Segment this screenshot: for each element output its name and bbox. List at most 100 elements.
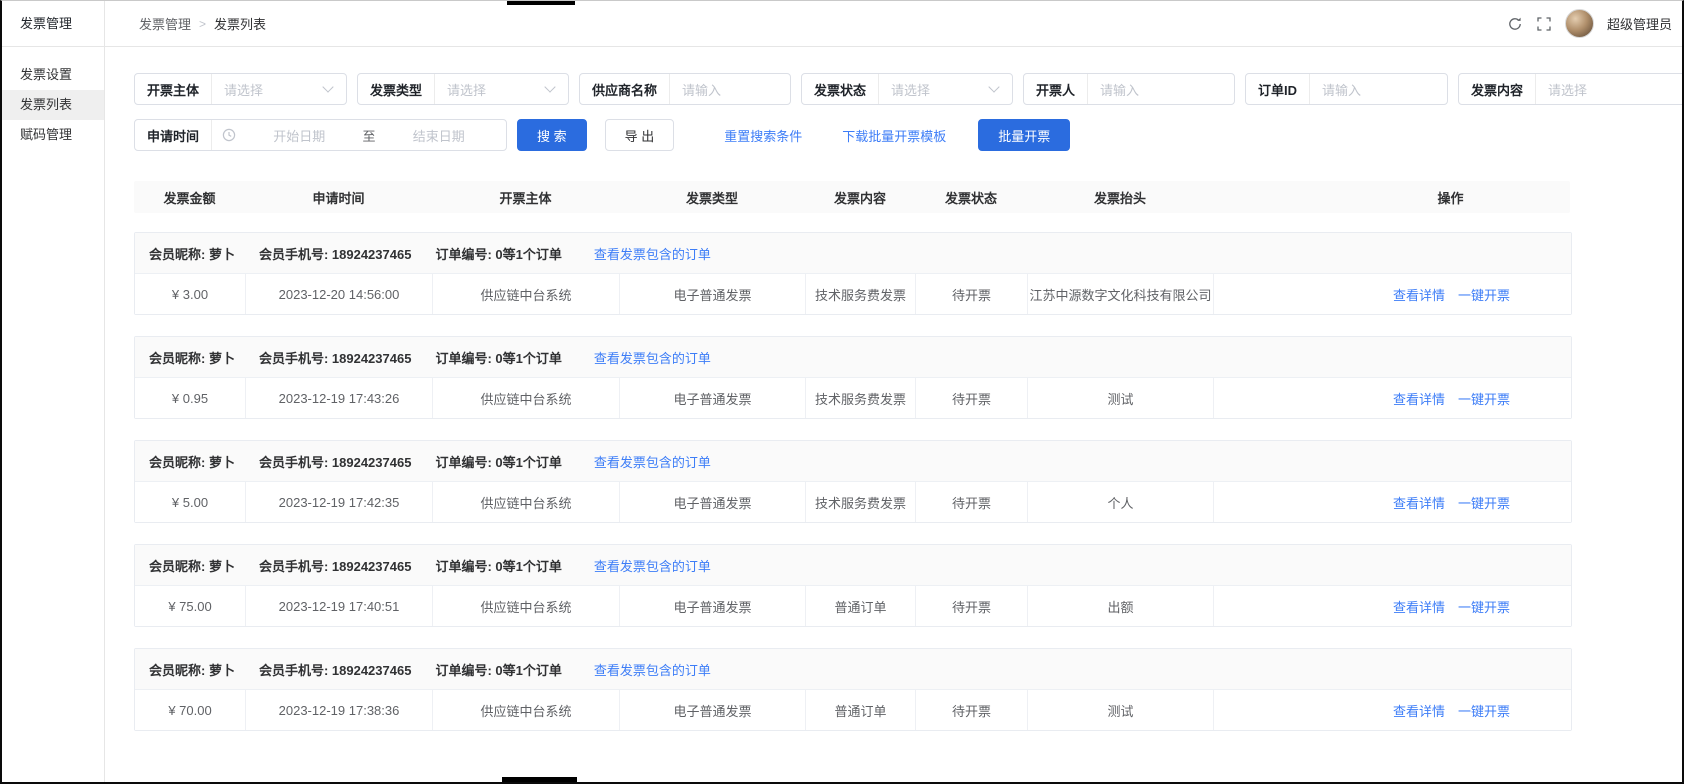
sidebar-item-code-management[interactable]: 赋码管理 xyxy=(2,120,104,150)
download-batch-template-link[interactable]: 下载批量开票模板 xyxy=(842,126,946,145)
invoice-row: ¥ 3.00 2023-12-20 14:56:00 供应链中台系统 电子普通发… xyxy=(135,274,1571,314)
member-phone: 会员手机号: 18924237465 xyxy=(259,556,411,575)
filters-row-1: 开票主体 请选择 发票类型 请选择 供应商名称 请输入 发票状态 请选择 开票人 xyxy=(134,73,1682,105)
cell-subject: 供应链中台系统 xyxy=(433,482,620,522)
col-header-invoice-type: 发票类型 xyxy=(619,181,805,213)
cell-content: 技术服务费发票 xyxy=(806,482,916,522)
cell-title: 出额 xyxy=(1028,586,1214,626)
member-nickname: 会员昵称: 萝卜 xyxy=(149,452,235,471)
view-included-orders-link[interactable]: 查看发票包含的订单 xyxy=(594,452,711,471)
view-detail-link[interactable]: 查看详情 xyxy=(1393,389,1445,408)
one-click-invoice-link[interactable]: 一键开票 xyxy=(1458,285,1510,304)
filter-status-label: 发票状态 xyxy=(802,74,879,104)
cell-apply-time: 2023-12-20 14:56:00 xyxy=(246,274,433,314)
filter-order-id-input[interactable]: 订单ID 请输入 xyxy=(1245,73,1448,105)
view-detail-link[interactable]: 查看详情 xyxy=(1393,701,1445,720)
group-meta: 会员昵称: 萝卜 会员手机号: 18924237465 订单编号: 0等1个订单… xyxy=(135,233,1571,274)
cell-title: 测试 xyxy=(1028,378,1214,418)
member-phone: 会员手机号: 18924237465 xyxy=(259,660,411,679)
breadcrumb-parent[interactable]: 发票管理 xyxy=(139,14,191,33)
view-included-orders-link[interactable]: 查看发票包含的订单 xyxy=(594,556,711,575)
user-avatar[interactable] xyxy=(1565,9,1594,38)
fullscreen-icon[interactable] xyxy=(1536,16,1552,32)
apply-time-range-picker[interactable]: 申请时间 开始日期 至 结束日期 xyxy=(134,119,507,151)
cell-invoice-type: 电子普通发票 xyxy=(620,274,806,314)
cell-status: 待开票 xyxy=(916,482,1028,522)
search-button[interactable]: 搜 索 xyxy=(517,119,587,151)
filter-supplier-input[interactable]: 供应商名称 请输入 xyxy=(579,73,791,105)
refresh-icon[interactable] xyxy=(1507,16,1523,32)
cell-actions: 查看详情 一键开票 xyxy=(1214,482,1571,522)
filter-invoice-type-select[interactable]: 发票类型 请选择 xyxy=(357,73,569,105)
filter-supplier-label: 供应商名称 xyxy=(580,74,670,104)
batch-invoice-button[interactable]: 批量开票 xyxy=(978,119,1070,151)
one-click-invoice-link[interactable]: 一键开票 xyxy=(1458,493,1510,512)
cell-title: 个人 xyxy=(1028,482,1214,522)
sidebar: 发票管理 发票设置 发票列表 赋码管理 xyxy=(2,1,105,782)
chevron-down-icon xyxy=(544,81,555,92)
bottom-scrollbar-thumb[interactable] xyxy=(502,777,577,782)
cell-status: 待开票 xyxy=(916,586,1028,626)
col-header-title: 发票抬头 xyxy=(1027,181,1213,213)
filter-status-select[interactable]: 发票状态 请选择 xyxy=(801,73,1013,105)
cell-apply-time: 2023-12-19 17:42:35 xyxy=(246,482,433,522)
invoice-group: 会员昵称: 萝卜 会员手机号: 18924237465 订单编号: 0等1个订单… xyxy=(134,336,1572,419)
filter-content-placeholder: 请选择 xyxy=(1548,80,1682,99)
view-included-orders-link[interactable]: 查看发票包含的订单 xyxy=(594,348,711,367)
col-header-apply-time: 申请时间 xyxy=(245,181,432,213)
cell-apply-time: 2023-12-19 17:43:26 xyxy=(246,378,433,418)
chevron-down-icon xyxy=(322,81,333,92)
col-header-subject: 开票主体 xyxy=(432,181,619,213)
cell-actions: 查看详情 一键开票 xyxy=(1214,586,1571,626)
filter-content-label: 发票内容 xyxy=(1459,74,1536,104)
cell-invoice-type: 电子普通发票 xyxy=(620,690,806,730)
order-number: 订单编号: 0等1个订单 xyxy=(435,348,561,367)
view-included-orders-link[interactable]: 查看发票包含的订单 xyxy=(594,660,711,679)
view-detail-link[interactable]: 查看详情 xyxy=(1393,493,1445,512)
cell-invoice-type: 电子普通发票 xyxy=(620,482,806,522)
filter-drawer-input[interactable]: 开票人 请输入 xyxy=(1023,73,1235,105)
cell-amount: ¥ 0.95 xyxy=(135,378,246,418)
col-header-amount: 发票金额 xyxy=(134,181,245,213)
top-scrollbar-thumb[interactable] xyxy=(507,1,575,5)
cell-invoice-type: 电子普通发票 xyxy=(620,586,806,626)
member-nickname: 会员昵称: 萝卜 xyxy=(149,556,235,575)
cell-content: 技术服务费发票 xyxy=(806,274,916,314)
invoice-group: 会员昵称: 萝卜 会员手机号: 18924237465 订单编号: 0等1个订单… xyxy=(134,544,1572,627)
filter-content-select[interactable]: 发票内容 请选择 xyxy=(1458,73,1682,105)
view-detail-link[interactable]: 查看详情 xyxy=(1393,285,1445,304)
cell-subject: 供应链中台系统 xyxy=(433,690,620,730)
chevron-down-icon xyxy=(988,81,999,92)
invoice-row: ¥ 0.95 2023-12-19 17:43:26 供应链中台系统 电子普通发… xyxy=(135,378,1571,418)
order-number: 订单编号: 0等1个订单 xyxy=(435,452,561,471)
end-date-placeholder[interactable]: 结束日期 xyxy=(382,126,496,145)
user-name[interactable]: 超级管理员 xyxy=(1607,14,1672,33)
col-header-actions: 操作 xyxy=(1213,181,1570,213)
reset-search-link[interactable]: 重置搜索条件 xyxy=(724,126,802,145)
apply-time-label: 申请时间 xyxy=(135,120,212,150)
start-date-placeholder[interactable]: 开始日期 xyxy=(242,126,356,145)
sidebar-item-invoice-settings[interactable]: 发票设置 xyxy=(2,60,104,90)
view-included-orders-link[interactable]: 查看发票包含的订单 xyxy=(594,244,711,263)
member-nickname: 会员昵称: 萝卜 xyxy=(149,348,235,367)
member-nickname: 会员昵称: 萝卜 xyxy=(149,244,235,263)
filter-issuer-placeholder: 请选择 xyxy=(224,80,316,99)
sidebar-item-invoice-list[interactable]: 发票列表 xyxy=(2,90,104,120)
cell-title: 测试 xyxy=(1028,690,1214,730)
col-header-content: 发票内容 xyxy=(805,181,915,213)
filters-row-2: 申请时间 开始日期 至 结束日期 搜 索 导 出 重置搜索条件 下载批量开票模板… xyxy=(134,119,1682,151)
one-click-invoice-link[interactable]: 一键开票 xyxy=(1458,389,1510,408)
view-detail-link[interactable]: 查看详情 xyxy=(1393,597,1445,616)
cell-content: 普通订单 xyxy=(806,690,916,730)
one-click-invoice-link[interactable]: 一键开票 xyxy=(1458,701,1510,720)
export-button[interactable]: 导 出 xyxy=(605,119,675,151)
cell-invoice-type: 电子普通发票 xyxy=(620,378,806,418)
cell-status: 待开票 xyxy=(916,274,1028,314)
one-click-invoice-link[interactable]: 一键开票 xyxy=(1458,597,1510,616)
invoice-row: ¥ 75.00 2023-12-19 17:40:51 供应链中台系统 电子普通… xyxy=(135,586,1571,626)
filter-drawer-placeholder: 请输入 xyxy=(1100,80,1222,99)
filter-issuer-select[interactable]: 开票主体 请选择 xyxy=(134,73,347,105)
filter-status-placeholder: 请选择 xyxy=(891,80,982,99)
invoice-group: 会员昵称: 萝卜 会员手机号: 18924237465 订单编号: 0等1个订单… xyxy=(134,232,1572,315)
clock-icon xyxy=(222,128,236,142)
